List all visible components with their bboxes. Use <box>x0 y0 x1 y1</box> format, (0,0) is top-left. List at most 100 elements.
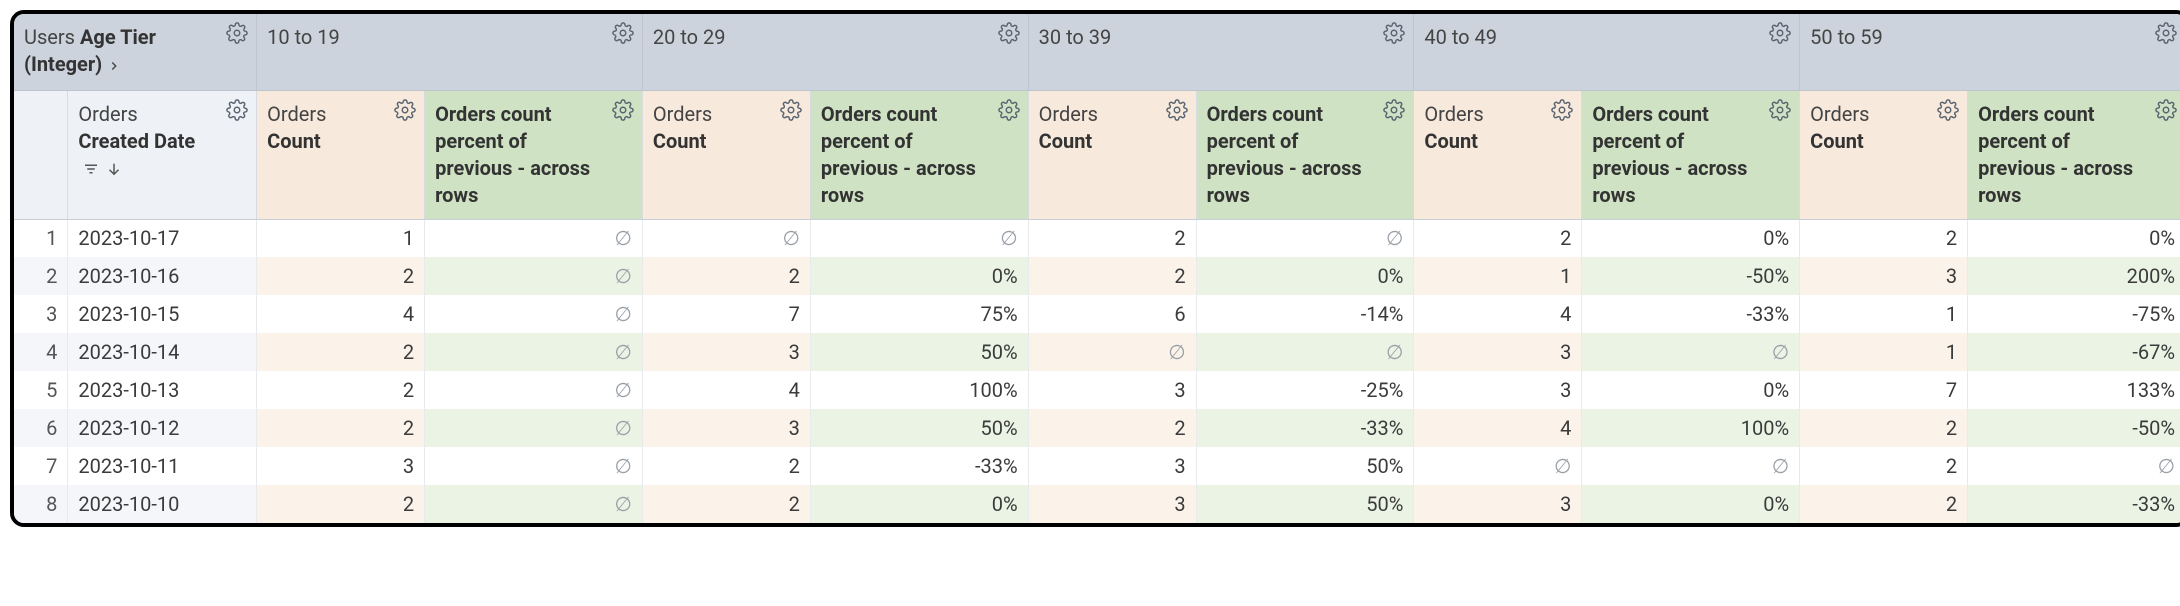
count-cell[interactable]: 2 <box>257 257 425 295</box>
count-cell[interactable]: 3 <box>1800 257 1968 295</box>
date-cell[interactable]: 2023-10-11 <box>68 447 257 485</box>
date-cell[interactable]: 2023-10-17 <box>68 219 257 257</box>
count-cell[interactable]: 2 <box>642 257 810 295</box>
count-header[interactable]: Orders Count <box>1800 90 1968 219</box>
calc-cell[interactable]: -25% <box>1196 371 1414 409</box>
calc-cell[interactable]: 0% <box>1968 219 2180 257</box>
count-cell[interactable]: 3 <box>1028 485 1196 523</box>
count-cell[interactable]: 1 <box>257 219 425 257</box>
gear-icon[interactable] <box>226 22 248 44</box>
calc-cell[interactable]: 100% <box>810 371 1028 409</box>
calc-cell[interactable]: ∅ <box>1582 333 1800 371</box>
calc-cell[interactable]: ∅ <box>1968 447 2180 485</box>
calc-cell[interactable]: ∅ <box>425 219 643 257</box>
count-cell[interactable]: 3 <box>642 409 810 447</box>
calc-cell[interactable]: 50% <box>810 409 1028 447</box>
count-cell[interactable]: 6 <box>1028 295 1196 333</box>
count-cell[interactable]: 7 <box>1800 371 1968 409</box>
calc-cell[interactable]: ∅ <box>425 257 643 295</box>
calc-header[interactable]: Orders count percent of previous - acros… <box>425 90 643 219</box>
calc-cell[interactable]: -33% <box>1196 409 1414 447</box>
count-cell[interactable]: 3 <box>1414 333 1582 371</box>
count-cell[interactable]: 2 <box>1800 485 1968 523</box>
calc-cell[interactable]: 133% <box>1968 371 2180 409</box>
calc-cell[interactable]: -50% <box>1968 409 2180 447</box>
date-cell[interactable]: 2023-10-12 <box>68 409 257 447</box>
date-cell[interactable]: 2023-10-15 <box>68 295 257 333</box>
count-cell[interactable]: 2 <box>642 485 810 523</box>
count-cell[interactable]: 2 <box>1800 409 1968 447</box>
calc-cell[interactable]: ∅ <box>425 371 643 409</box>
gear-icon[interactable] <box>394 99 416 121</box>
calc-header[interactable]: Orders count percent of previous - acros… <box>1582 90 1800 219</box>
dimension-header[interactable]: Orders Created Date <box>68 90 257 219</box>
sort-desc-icon[interactable] <box>105 156 123 180</box>
date-cell[interactable]: 2023-10-13 <box>68 371 257 409</box>
count-cell[interactable]: 1 <box>1414 257 1582 295</box>
count-cell[interactable]: 2 <box>642 447 810 485</box>
calc-cell[interactable]: 75% <box>810 295 1028 333</box>
gear-icon[interactable] <box>1383 99 1405 121</box>
date-cell[interactable]: 2023-10-14 <box>68 333 257 371</box>
gear-icon[interactable] <box>612 22 634 44</box>
count-header[interactable]: Orders Count <box>1414 90 1582 219</box>
count-cell[interactable]: ∅ <box>1414 447 1582 485</box>
calc-cell[interactable]: ∅ <box>425 409 643 447</box>
calc-cell[interactable]: ∅ <box>425 295 643 333</box>
calc-cell[interactable]: 0% <box>810 257 1028 295</box>
count-cell[interactable]: 2 <box>257 409 425 447</box>
calc-cell[interactable]: 0% <box>1196 257 1414 295</box>
calc-cell[interactable]: -33% <box>1968 485 2180 523</box>
date-cell[interactable]: 2023-10-10 <box>68 485 257 523</box>
gear-icon[interactable] <box>2155 22 2177 44</box>
count-cell[interactable]: 1 <box>1800 333 1968 371</box>
count-cell[interactable]: 2 <box>1414 219 1582 257</box>
calc-cell[interactable]: ∅ <box>425 333 643 371</box>
calc-cell[interactable]: 0% <box>1582 485 1800 523</box>
calc-cell[interactable]: -67% <box>1968 333 2180 371</box>
calc-cell[interactable]: -14% <box>1196 295 1414 333</box>
calc-cell[interactable]: 0% <box>810 485 1028 523</box>
calc-cell[interactable]: 200% <box>1968 257 2180 295</box>
calc-cell[interactable]: ∅ <box>1582 447 1800 485</box>
count-header[interactable]: Orders Count <box>1028 90 1196 219</box>
gear-icon[interactable] <box>2155 99 2177 121</box>
count-cell[interactable]: 3 <box>1028 447 1196 485</box>
calc-cell[interactable]: 50% <box>810 333 1028 371</box>
count-cell[interactable]: 2 <box>1800 219 1968 257</box>
count-cell[interactable]: 7 <box>642 295 810 333</box>
count-cell[interactable]: 2 <box>1028 409 1196 447</box>
pivot-group-4[interactable]: 50 to 59 <box>1800 14 2180 90</box>
count-cell[interactable]: 4 <box>257 295 425 333</box>
calc-cell[interactable]: -33% <box>810 447 1028 485</box>
calc-cell[interactable]: -50% <box>1582 257 1800 295</box>
calc-cell[interactable]: ∅ <box>425 485 643 523</box>
calc-header[interactable]: Orders count percent of previous - acros… <box>1196 90 1414 219</box>
count-cell[interactable]: 4 <box>1414 409 1582 447</box>
gear-icon[interactable] <box>780 99 802 121</box>
calc-cell[interactable]: 100% <box>1582 409 1800 447</box>
gear-icon[interactable] <box>612 99 634 121</box>
count-header[interactable]: Orders Count <box>257 90 425 219</box>
date-cell[interactable]: 2023-10-16 <box>68 257 257 295</box>
gear-icon[interactable] <box>1551 99 1573 121</box>
count-cell[interactable]: 2 <box>1800 447 1968 485</box>
pivot-group-3[interactable]: 40 to 49 <box>1414 14 1800 90</box>
count-cell[interactable]: 1 <box>1800 295 1968 333</box>
gear-icon[interactable] <box>1383 22 1405 44</box>
gear-icon[interactable] <box>998 99 1020 121</box>
gear-icon[interactable] <box>226 99 248 121</box>
count-cell[interactable]: 2 <box>1028 219 1196 257</box>
count-cell[interactable]: 4 <box>1414 295 1582 333</box>
calc-cell[interactable]: ∅ <box>425 447 643 485</box>
count-cell[interactable]: 4 <box>642 371 810 409</box>
filter-icon[interactable] <box>82 156 100 180</box>
count-cell[interactable]: 2 <box>257 333 425 371</box>
count-cell[interactable]: 3 <box>1028 371 1196 409</box>
calc-cell[interactable]: 0% <box>1582 219 1800 257</box>
pivot-dimension-header[interactable]: Users Age Tier (Integer) <box>14 14 257 90</box>
gear-icon[interactable] <box>1937 99 1959 121</box>
gear-icon[interactable] <box>1769 99 1791 121</box>
count-cell[interactable]: 3 <box>257 447 425 485</box>
count-header[interactable]: Orders Count <box>642 90 810 219</box>
